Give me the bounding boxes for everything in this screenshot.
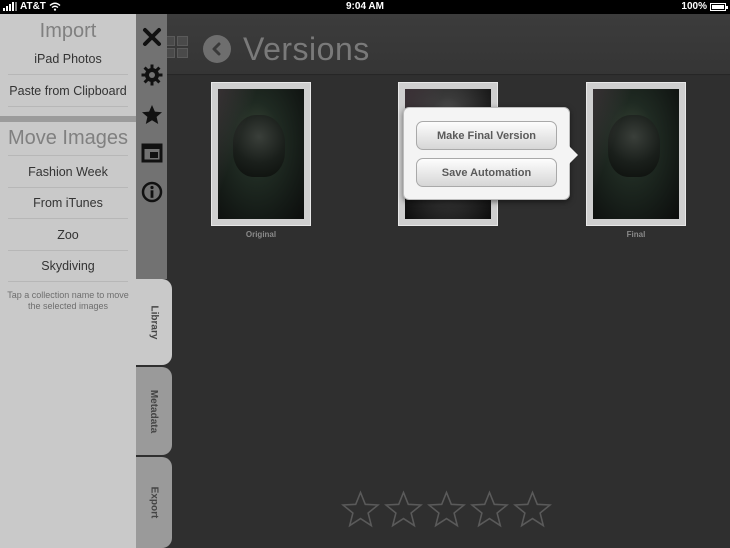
info-icon[interactable] (139, 179, 164, 204)
star-rating[interactable] (341, 490, 552, 528)
original-thumbnail[interactable] (211, 82, 311, 226)
tool-icon-strip (136, 14, 167, 279)
battery-percent: 100% (681, 1, 707, 12)
move-images-section-title: Move Images (7, 127, 129, 149)
clock: 9:04 AM (346, 1, 384, 12)
battery-icon (710, 2, 728, 11)
original-label: Original (245, 230, 277, 239)
section-divider (0, 116, 136, 122)
collection-from-itunes[interactable]: From iTunes (0, 196, 136, 210)
final-thumbnail[interactable] (586, 82, 686, 226)
collection-zoo[interactable]: Zoo (0, 228, 136, 242)
final-label: Final (626, 230, 646, 239)
back-button[interactable] (203, 35, 231, 63)
tab-library[interactable]: Library (136, 279, 172, 365)
status-bar: AT&T 9:04 AM 100% (0, 0, 730, 14)
divider (8, 74, 128, 75)
close-icon[interactable] (139, 24, 164, 49)
page-title: Versions (243, 31, 370, 67)
make-final-version-button[interactable]: Make Final Version (416, 121, 557, 150)
save-automation-button[interactable]: Save Automation (416, 158, 557, 187)
divider (8, 250, 128, 251)
version-actions-popover: Make Final Version Save Automation (403, 107, 578, 200)
rating-star-icon[interactable] (384, 490, 423, 528)
window-icon[interactable] (139, 140, 164, 165)
collection-fashion-week[interactable]: Fashion Week (0, 165, 136, 179)
collection-skydiving[interactable]: Skydiving (0, 259, 136, 273)
grid-view-icon[interactable] (164, 36, 188, 58)
import-section-title: Import (39, 20, 97, 42)
divider (8, 187, 128, 188)
import-paste-clipboard[interactable]: Paste from Clipboard (0, 84, 136, 98)
gear-icon[interactable] (139, 62, 164, 87)
left-drawer: Import iPad Photos Paste from Clipboard … (0, 14, 136, 548)
tab-export[interactable]: Export (136, 457, 172, 548)
tab-library-label: Library (148, 305, 160, 339)
chevron-left-icon (212, 42, 221, 56)
divider (8, 218, 128, 219)
tab-metadata-label: Metadata (148, 389, 160, 433)
star-icon[interactable] (139, 102, 164, 127)
app-root: Versions Original Final Make Final Versi… (0, 0, 730, 548)
rating-star-icon[interactable] (427, 490, 466, 528)
battery-info: 100% (681, 1, 728, 12)
snake-photo (593, 89, 679, 219)
tab-metadata[interactable]: Metadata (136, 367, 172, 455)
rating-star-icon[interactable] (470, 490, 509, 528)
snake-photo (218, 89, 304, 219)
tab-export-label: Export (148, 486, 160, 519)
divider (8, 155, 128, 156)
divider (8, 281, 128, 282)
move-hint-text: Tap a collection name to move the select… (7, 290, 129, 311)
rating-star-icon[interactable] (513, 490, 552, 528)
import-ipad-photos[interactable]: iPad Photos (0, 52, 136, 66)
rating-star-icon[interactable] (341, 490, 380, 528)
divider (8, 106, 128, 107)
